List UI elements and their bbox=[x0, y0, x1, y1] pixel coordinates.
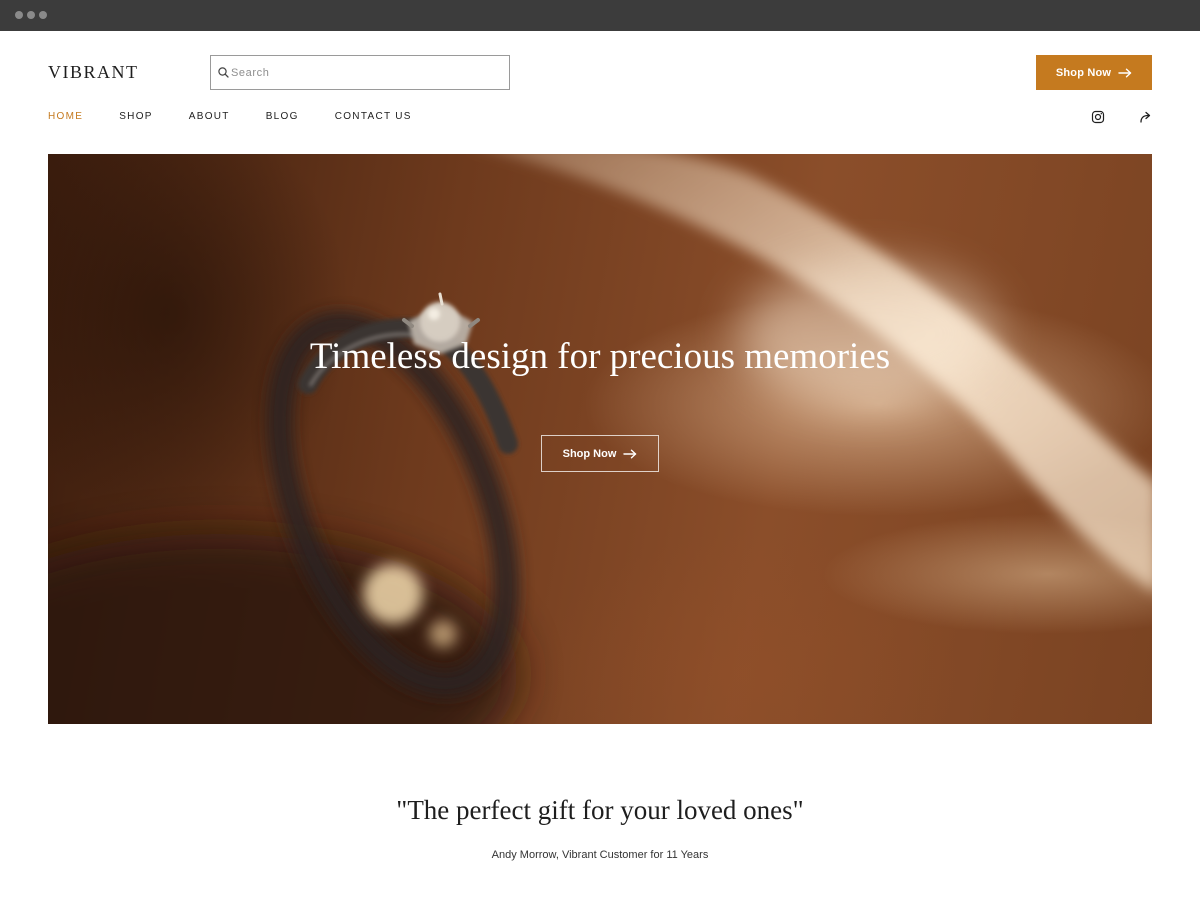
search-input[interactable] bbox=[231, 56, 507, 89]
search-icon bbox=[218, 67, 229, 78]
window-maximize-dot[interactable] bbox=[39, 11, 47, 19]
header-shop-now-label: Shop Now bbox=[1055, 66, 1112, 79]
browser-title-bar bbox=[0, 0, 1200, 31]
arrow-right-icon bbox=[1118, 68, 1132, 78]
hero-shop-now-label: Shop Now bbox=[562, 447, 617, 460]
nav-item-shop[interactable]: SHOP bbox=[119, 111, 153, 125]
window-close-dot[interactable] bbox=[15, 11, 23, 19]
search-box[interactable] bbox=[210, 55, 510, 90]
hero-title: Timeless design for precious memories bbox=[309, 336, 891, 377]
testimonial-author: Andy Morrow, Vibrant Customer for 11 Yea… bbox=[491, 849, 709, 861]
main-nav: HOME SHOP ABOUT BLOG CONTACT US bbox=[48, 111, 448, 125]
instagram-icon[interactable] bbox=[1091, 110, 1105, 124]
arrow-right-icon bbox=[623, 449, 637, 459]
nav-item-about[interactable]: ABOUT bbox=[189, 111, 230, 125]
site-logo[interactable]: VIBRANT bbox=[48, 62, 139, 83]
share-icon[interactable] bbox=[1139, 110, 1153, 124]
nav-item-blog[interactable]: BLOG bbox=[266, 111, 299, 125]
testimonial-quote: "The perfect gift for your loved ones" bbox=[396, 795, 804, 825]
nav-item-contact-us[interactable]: CONTACT US bbox=[335, 111, 412, 125]
header-shop-now-button[interactable]: Shop Now bbox=[1036, 55, 1152, 90]
hero-shop-now-button[interactable]: Shop Now bbox=[541, 435, 659, 472]
nav-item-home[interactable]: HOME bbox=[48, 111, 83, 125]
window-minimize-dot[interactable] bbox=[27, 11, 35, 19]
